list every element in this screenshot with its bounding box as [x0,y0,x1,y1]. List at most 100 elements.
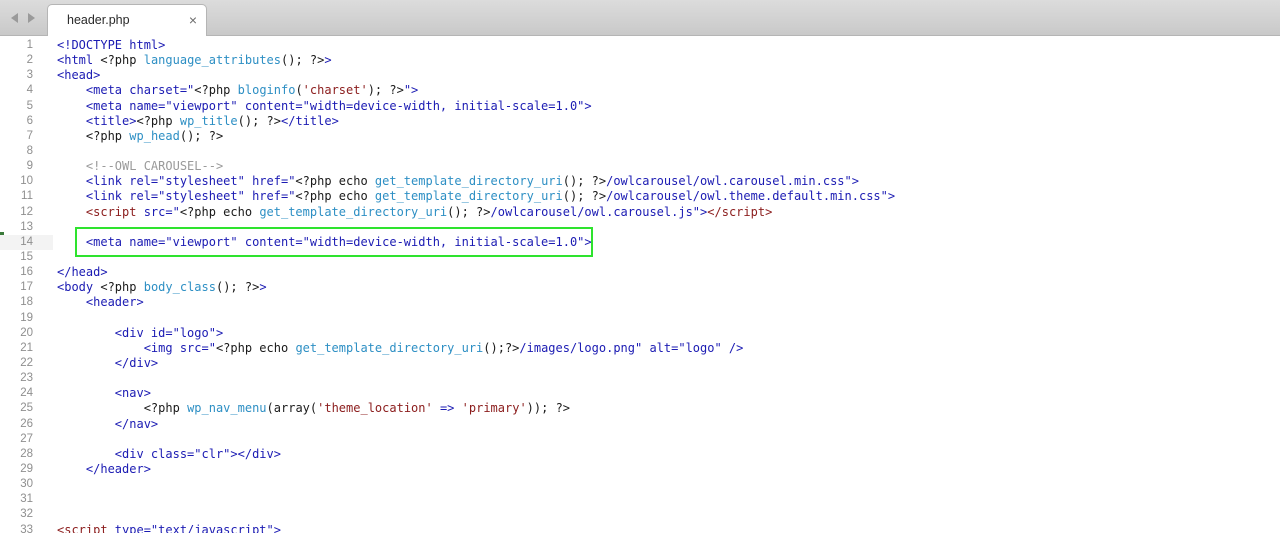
line-number: 6 [26,114,33,127]
code-line-7[interactable]: 7 <?php wp_head(); ?> [0,129,1280,144]
line-number: 5 [26,99,33,112]
line-code: <meta name="viewport" content="width=dev… [85,234,593,249]
code-line-9[interactable]: 9 <!--OWL CAROUSEL--> [0,159,1280,174]
line-code: </header> [85,461,151,476]
line-number: 26 [20,417,33,430]
code-line-16[interactable]: 16 </head> [0,265,1280,280]
line-number: 32 [20,508,33,521]
line-number: 1 [26,39,33,51]
code-line-15[interactable]: 15 [0,250,1280,265]
code-line-6[interactable]: 6 <title><?php wp_title(); ?></title> [0,114,1280,129]
code-line-19[interactable]: 19 [0,311,1280,326]
code-line-24[interactable]: 24 <nav> [0,386,1280,401]
line-number: 27 [20,432,33,445]
code-line-23[interactable]: 23 [0,371,1280,386]
code-lines: 1 <!DOCTYPE html> 2 <html <?php language_at… [0,36,1280,533]
code-line-33[interactable]: 33 <script type="text/javascript"> [0,523,1280,533]
line-number: 8 [26,144,33,157]
line-number: 4 [26,84,33,97]
line-code: <nav> [114,386,151,401]
code-line-10[interactable]: 10 <link rel="stylesheet" href="<?php ec… [0,174,1280,189]
line-code: <head> [57,68,101,83]
line-number: 18 [20,296,33,309]
code-line-2[interactable]: 2 <html <?php language_attributes(); ?>> [0,53,1280,68]
line-number: 17 [20,281,33,294]
history-nav [9,10,37,26]
code-line-3[interactable]: 3 <head> [0,68,1280,83]
line-code: <title><?php wp_title(); ?></title> [85,113,339,128]
line-number: 2 [26,54,33,67]
line-number: 20 [20,326,33,339]
code-line-20[interactable]: 20 <div id="logo"> [0,326,1280,341]
line-number: 31 [20,493,33,506]
code-line-11[interactable]: 11 <link rel="stylesheet" href="<?php ec… [0,189,1280,204]
code-editor[interactable]: 1 <!DOCTYPE html> 2 <html <?php language_at… [0,36,1280,533]
tab-header-php[interactable]: header.php × [47,4,207,36]
line-code: <meta charset="<?php bloginfo('charset')… [85,83,419,98]
code-line-21[interactable]: 21 <img src="<?php echo get_template_dir… [0,341,1280,356]
chevron-left-icon[interactable] [9,10,21,26]
line-code: <body <?php body_class(); ?>> [57,280,267,295]
line-number: 29 [20,462,33,475]
line-code: <img src="<?php echo get_template_direct… [143,340,744,355]
close-icon[interactable]: × [189,12,197,28]
line-code: <script src="<?php echo get_template_dir… [85,204,773,219]
code-line-32[interactable]: 32 [0,507,1280,522]
line-code: <header> [85,295,144,310]
line-number: 16 [20,266,33,279]
line-number: 7 [26,129,33,142]
code-line-26[interactable]: 26 </nav> [0,417,1280,432]
line-number: 21 [20,341,33,354]
line-number: 33 [20,523,33,533]
line-number: 24 [20,387,33,400]
line-code: <!DOCTYPE html> [57,38,166,52]
line-code: <meta name="viewport" content="width=dev… [85,98,592,113]
line-code: <script type="text/javascript"> [57,522,281,533]
line-code: </nav> [114,416,159,431]
line-number: 9 [26,160,33,173]
line-number: 10 [20,175,33,188]
tab-bar: header.php × [0,0,1280,36]
code-line-27[interactable]: 27 [0,432,1280,447]
code-line-12[interactable]: 12 <script src="<?php echo get_template_… [0,205,1280,220]
line-code: <!--OWL CAROUSEL--> [85,159,224,174]
line-number: 25 [20,402,33,415]
line-number: 28 [20,447,33,460]
code-line-4[interactable]: 4 <meta charset="<?php bloginfo('charset… [0,83,1280,98]
line-code: <div id="logo"> [114,325,224,340]
line-code: <link rel="stylesheet" href="<?php echo … [85,189,896,204]
code-line-29[interactable]: 29 </header> [0,462,1280,477]
tab-title: header.php [67,13,130,27]
code-line-30[interactable]: 30 [0,477,1280,492]
editor-window: header.php × 1 <!DOCTYPE html> 2 <html <?ph… [0,0,1280,533]
code-line-13[interactable]: 13 [0,220,1280,235]
line-code: </head> [57,265,108,280]
code-line-8[interactable]: 8 [0,144,1280,159]
code-line-25[interactable]: 25 <?php wp_nav_menu(array('theme_locati… [0,401,1280,416]
line-number: 30 [20,478,33,491]
code-line-18[interactable]: 18 <header> [0,295,1280,310]
line-number: 13 [20,220,33,233]
code-line-1[interactable]: 1 <!DOCTYPE html> [0,38,1280,53]
line-number: 12 [20,205,33,218]
line-number: 22 [20,356,33,369]
code-line-17[interactable]: 17 <body <?php body_class(); ?>> [0,280,1280,295]
line-number: 15 [20,250,33,263]
line-code: <?php wp_head(); ?> [85,128,224,143]
line-code: </div> [114,355,159,370]
line-number: 3 [26,69,33,82]
code-line-22[interactable]: 22 </div> [0,356,1280,371]
code-line-14[interactable]: 14 <meta name="viewport" content="width=… [0,234,593,250]
chevron-right-icon[interactable] [25,10,37,26]
line-code: <div class="clr"></div> [114,446,281,461]
code-line-31[interactable]: 31 [0,492,1280,507]
line-number: 11 [21,190,33,203]
code-line-28[interactable]: 28 <div class="clr"></div> [0,447,1280,462]
line-number: 19 [20,311,33,324]
line-code: <html <?php language_attributes(); ?>> [57,53,332,68]
line-code: <?php wp_nav_menu(array('theme_location'… [143,401,571,416]
code-line-5[interactable]: 5 <meta name="viewport" content="width=d… [0,99,1280,114]
line-number: 14 [20,235,33,248]
line-number: 23 [20,372,33,385]
line-code: <link rel="stylesheet" href="<?php echo … [85,174,859,189]
